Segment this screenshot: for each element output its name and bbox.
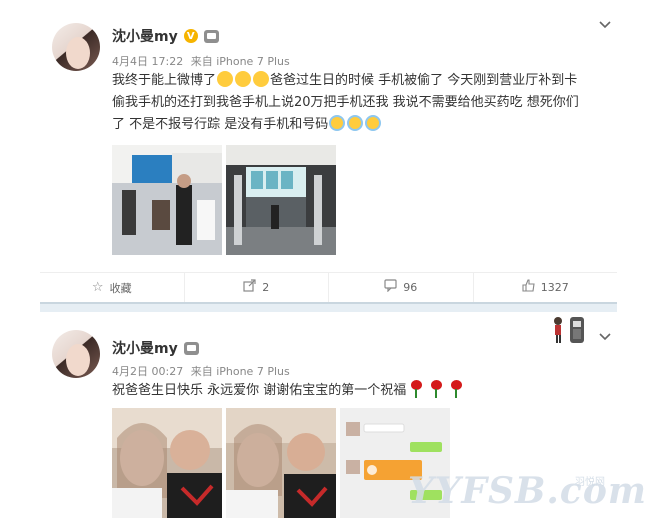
favorite-button[interactable]: ☆ 收藏 <box>40 273 185 302</box>
post-meta: 4月4日 17:22 来自 iPhone 7 Plus <box>112 53 294 69</box>
comment-icon <box>384 279 397 296</box>
post-photo[interactable] <box>226 145 336 255</box>
username[interactable]: 沈小曼my <box>112 26 178 46</box>
username[interactable]: 沈小曼my <box>112 338 178 358</box>
like-button[interactable]: 1327 <box>474 273 618 302</box>
rose-icon <box>429 380 443 398</box>
cry-emoji-icon <box>347 115 364 131</box>
rose-icon <box>449 380 463 398</box>
watermark-logo: YYFSB.com <box>408 470 647 512</box>
laugh-emoji-icon <box>217 71 234 87</box>
cry-emoji-icon <box>329 115 346 131</box>
feed-separator-line <box>40 302 617 304</box>
laugh-emoji-icon <box>253 71 270 87</box>
member-crown-icon <box>203 29 219 43</box>
chevron-down-icon[interactable] <box>599 330 611 345</box>
weibo-post: 沈小曼my V 4月4日 17:22 来自 iPhone 7 Plus 我终于能… <box>40 8 617 302</box>
post-text: 我终于能上微博了 爸爸过生日的时候 手机被偷了 今天刚到营业厅补到卡 偷我手机的还… <box>112 71 579 132</box>
post-meta: 4月2日 00:27 来自 iPhone 7 Plus <box>112 363 294 379</box>
member-crown-icon <box>183 341 199 355</box>
star-icon: ☆ <box>91 280 104 295</box>
repost-button[interactable]: 2 <box>185 273 329 302</box>
post-action-bar: ☆ 收藏 2 96 1327 <box>40 272 617 302</box>
rose-icon <box>409 380 423 398</box>
laugh-emoji-icon <box>235 71 252 87</box>
share-icon <box>243 279 256 296</box>
post-photo[interactable] <box>226 408 336 518</box>
avatar[interactable] <box>52 23 100 71</box>
chevron-down-icon[interactable] <box>599 18 611 33</box>
cry-emoji-icon <box>365 115 382 131</box>
post-photo[interactable] <box>112 145 222 255</box>
comment-button[interactable]: 96 <box>329 273 474 302</box>
post-photo[interactable] <box>112 408 222 518</box>
post-source: 来自 iPhone 7 Plus <box>190 365 290 378</box>
weibo-feed: 沈小曼my V 4月4日 17:22 来自 iPhone 7 Plus 我终于能… <box>0 0 656 523</box>
thumbs-up-icon <box>522 279 535 296</box>
post-text: 祝爸爸生日快乐 永远爱你 谢谢佑宝宝的第一个祝福 <box>112 380 582 402</box>
avatar[interactable] <box>52 330 100 378</box>
post-date[interactable]: 4月2日 00:27 <box>112 365 183 378</box>
verified-badge: V <box>183 29 198 43</box>
watermark-sub: 羽悦网 <box>575 477 605 488</box>
post-date[interactable]: 4月4日 17:22 <box>112 55 183 68</box>
post-source: 来自 iPhone 7 Plus <box>190 55 290 68</box>
